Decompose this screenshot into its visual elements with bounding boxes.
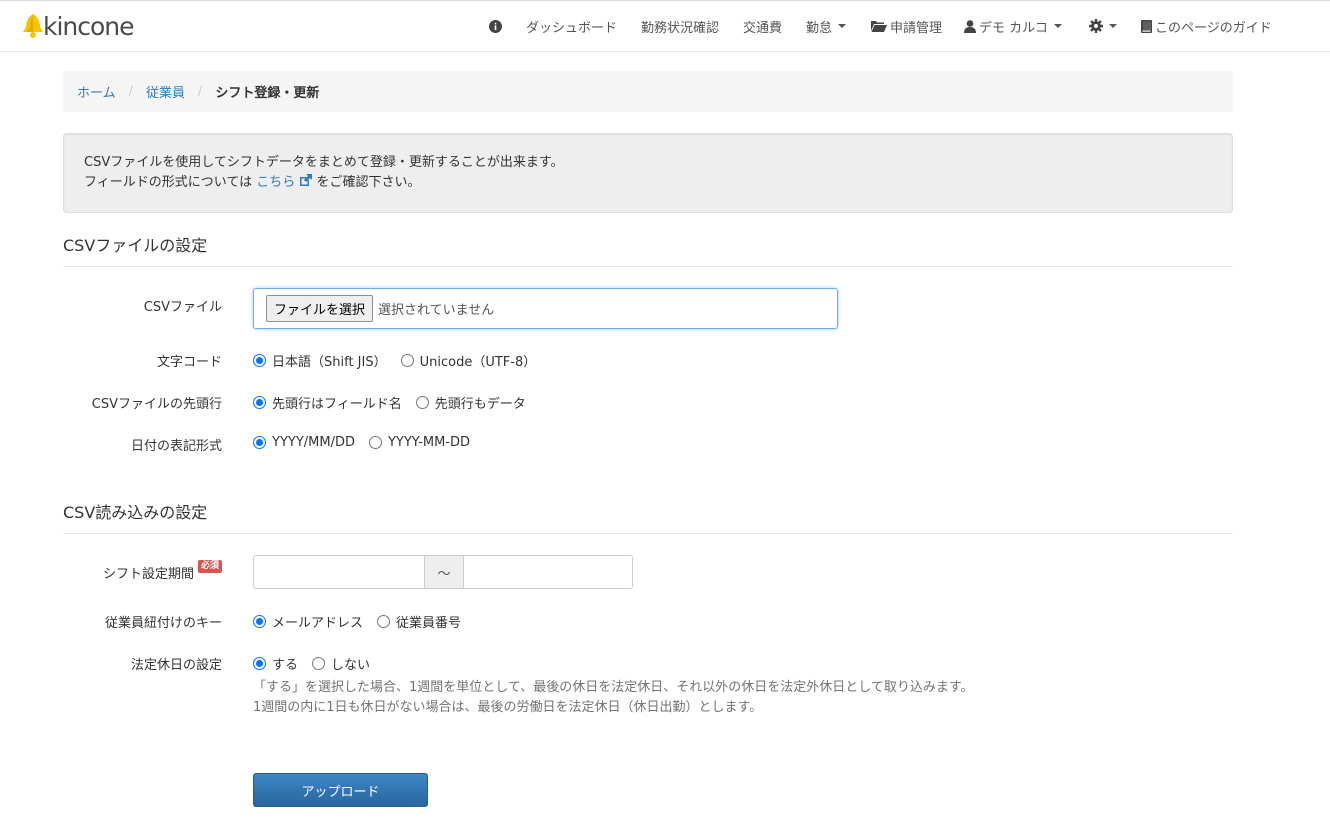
- breadcrumb-current: シフト登録・更新: [215, 86, 320, 101]
- date-format-option-label: YYYY-MM-DD: [387, 435, 471, 450]
- encoding-option-shift-jis[interactable]: 日本語（Shift JIS）: [253, 351, 387, 370]
- nav-user-dropdown[interactable]: デモ カルコ: [964, 1, 1062, 51]
- employee-key-label: 従業員紐付けのキー: [104, 616, 222, 631]
- legal-holiday-help: 「する」を選択した場合、1週間を単位として、最後の休日を法定休日、それ以外の休日…: [253, 678, 974, 718]
- kincone-logo[interactable]: kincone: [22, 10, 135, 42]
- chevron-down-icon: [838, 24, 847, 28]
- period-end-input[interactable]: [463, 555, 633, 589]
- encoding-radio-group: 日本語（Shift JIS） Unicode（UTF-8）: [253, 351, 550, 370]
- date-format-option-label: YYYY/MM/DD: [272, 435, 355, 450]
- radio-unchecked[interactable]: [377, 615, 391, 628]
- radio-checked[interactable]: [253, 354, 266, 367]
- legal-holiday-help-line-2: 1週間の内に1日も休日がない場合は、最後の労働日を法定休日（休日出勤）とします。: [253, 700, 763, 715]
- nav-dashboard[interactable]: ダッシュボード: [526, 1, 617, 51]
- user-icon: [964, 19, 976, 33]
- csv-settings-heading: CSVファイルの設定: [63, 232, 1233, 267]
- info-circle-icon: [489, 19, 502, 33]
- legal-holiday-option-no[interactable]: しない: [312, 654, 370, 673]
- gear-icon: [1089, 19, 1103, 33]
- header-row-radio-group: 先頭行はフィールド名 先頭行もデータ: [253, 393, 540, 412]
- encoding-option-utf8[interactable]: Unicode（UTF-8）: [400, 351, 537, 370]
- breadcrumb: ホーム / 従業員 / シフト登録・更新: [63, 71, 1233, 112]
- breadcrumb-employees[interactable]: 従業員: [146, 82, 185, 101]
- csv-file-label: CSVファイル: [143, 300, 222, 315]
- legal-holiday-radio-group: する しない: [253, 654, 384, 673]
- field-format-link-text: こちら: [256, 175, 296, 190]
- legal-holiday-option-label: する: [272, 658, 299, 673]
- bell-logo-icon: [23, 14, 43, 38]
- shift-period-label: シフト設定期間必須: [0, 560, 222, 582]
- header-row-option-label: 先頭行もデータ: [434, 397, 526, 412]
- required-badge: 必須: [197, 560, 222, 573]
- field-format-link[interactable]: こちら: [256, 174, 316, 190]
- import-settings-heading: CSV読み込みの設定: [63, 499, 1233, 534]
- breadcrumb-home[interactable]: ホーム: [77, 82, 116, 101]
- info-line-2: フィールドの形式については こちら をご確認下さい。: [84, 173, 1232, 193]
- upload-button[interactable]: アップロード: [253, 773, 428, 807]
- header-row-option-data[interactable]: 先頭行もデータ: [415, 393, 526, 412]
- nav-user-label: デモ カルコ: [979, 20, 1048, 36]
- info-line-2-prefix: フィールドの形式については: [84, 175, 253, 190]
- radio-unchecked[interactable]: [400, 354, 414, 367]
- radio-unchecked[interactable]: [312, 657, 326, 670]
- shift-period-label-text: シフト設定期間: [102, 567, 194, 582]
- radio-checked[interactable]: [253, 396, 266, 409]
- encoding-option-label: Unicode（UTF-8）: [419, 355, 537, 370]
- period-separator: 〜: [425, 555, 463, 589]
- chevron-down-icon: [1053, 24, 1062, 28]
- legal-holiday-option-label: しない: [331, 658, 371, 673]
- nav-guide-label: このページのガイド: [1155, 20, 1272, 36]
- info-button[interactable]: [489, 1, 502, 51]
- employee-key-option-email[interactable]: メールアドレス: [253, 612, 363, 631]
- date-format-option-hyphen[interactable]: YYYY-MM-DD: [368, 435, 471, 450]
- nav-transport[interactable]: 交通費: [743, 1, 782, 51]
- header-row-option-field-names[interactable]: 先頭行はフィールド名: [253, 393, 402, 412]
- radio-checked[interactable]: [253, 657, 266, 670]
- radio-unchecked[interactable]: [415, 396, 429, 409]
- external-link-icon: [300, 174, 313, 186]
- legal-holiday-label: 法定休日の設定: [130, 658, 222, 673]
- csv-file-input[interactable]: ファイルを選択 選択されていません: [253, 288, 838, 329]
- employee-key-radio-group: メールアドレス 従業員番号: [253, 612, 475, 631]
- shift-period-range: 〜: [253, 555, 633, 589]
- nav-requests-label: 申請管理: [890, 20, 943, 36]
- legal-holiday-help-line-1: 「する」を選択した場合、1週間を単位として、最後の休日を法定休日、それ以外の休日…: [253, 680, 974, 695]
- header-row-label: CSVファイルの先頭行: [91, 397, 222, 412]
- radio-checked[interactable]: [253, 436, 266, 449]
- brand-name: kincone: [43, 11, 135, 41]
- employee-key-option-label: メールアドレス: [272, 616, 364, 631]
- employee-key-option-label: 従業員番号: [396, 616, 462, 631]
- employee-key-option-number[interactable]: 従業員番号: [377, 612, 461, 631]
- header-row-option-label: 先頭行はフィールド名: [272, 397, 402, 412]
- file-status-text: 選択されていません: [378, 303, 495, 318]
- breadcrumb-separator: /: [198, 84, 203, 99]
- breadcrumb-separator: /: [128, 84, 134, 99]
- nav-kintai-dropdown[interactable]: 勤怠: [806, 1, 847, 51]
- nav-settings-dropdown[interactable]: [1089, 1, 1117, 51]
- book-icon: [1141, 19, 1152, 33]
- encoding-option-label: 日本語（Shift JIS）: [272, 355, 387, 370]
- info-panel: CSVファイルを使用してシフトデータをまとめて登録・更新することが出来ます。 フ…: [63, 133, 1233, 213]
- top-navbar: kincone ダッシュボード 勤務状況確認 交通費 勤怠 申請管理 デモ カル…: [0, 0, 1330, 52]
- nav-guide[interactable]: このページのガイド: [1141, 1, 1272, 51]
- radio-checked[interactable]: [253, 615, 266, 628]
- info-line-2-suffix: をご確認下さい。: [316, 175, 421, 190]
- nav-attendance-status[interactable]: 勤務状況確認: [641, 1, 719, 51]
- folder-open-icon: [871, 20, 887, 32]
- chevron-down-icon: [1109, 24, 1117, 28]
- radio-unchecked[interactable]: [368, 436, 382, 449]
- date-format-label: 日付の表記形式: [130, 439, 222, 454]
- date-format-option-slash[interactable]: YYYY/MM/DD: [253, 435, 355, 450]
- choose-file-button[interactable]: ファイルを選択: [266, 295, 374, 322]
- info-line-1: CSVファイルを使用してシフトデータをまとめて登録・更新することが出来ます。: [84, 155, 564, 170]
- nav-requests[interactable]: 申請管理: [871, 1, 942, 51]
- nav-kintai-label: 勤怠: [806, 20, 833, 36]
- date-format-radio-group: YYYY/MM/DD YYYY-MM-DD: [253, 435, 484, 450]
- encoding-label: 文字コード: [156, 355, 222, 370]
- period-start-input[interactable]: [253, 555, 425, 589]
- legal-holiday-option-yes[interactable]: する: [253, 654, 298, 673]
